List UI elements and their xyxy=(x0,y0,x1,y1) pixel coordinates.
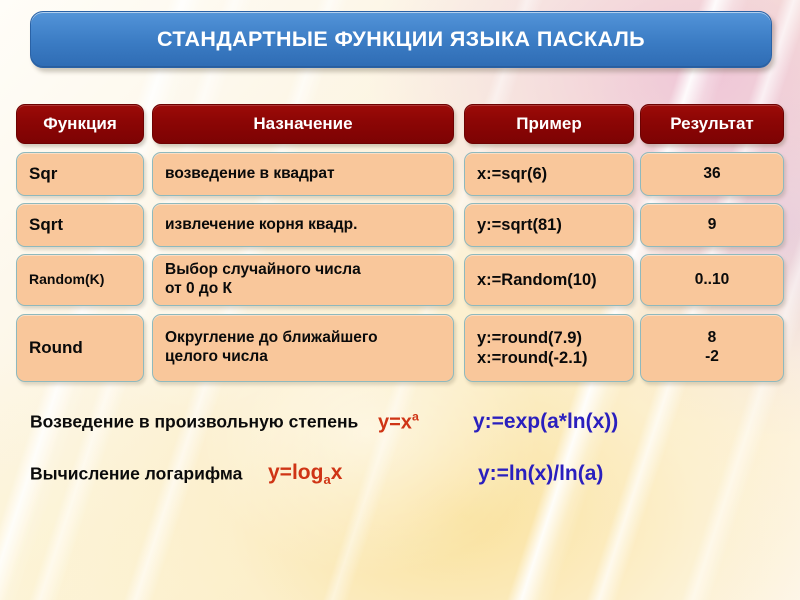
table-cell-result: 0..10 xyxy=(640,254,784,306)
table-header-description: Назначение xyxy=(152,104,454,144)
cell-result: 36 xyxy=(703,164,721,182)
table-cell-description: Выбор случайного числа от 0 до К xyxy=(152,254,454,306)
cell-description: Округление до ближайшего целого числа xyxy=(165,329,378,367)
cell-example-line1: y:=round(7.9) xyxy=(477,328,582,347)
table-cell-example: x:=Random(10) xyxy=(464,254,634,306)
table-cell-description: возведение в квадрат xyxy=(152,152,454,196)
table-cell-result: 36 xyxy=(640,152,784,196)
formula-row-logarithm: Вычисление логарифма y=logax y:=ln(x)/ln… xyxy=(0,457,800,491)
slide-canvas: СТАНДАРТНЫЕ ФУНКЦИИ ЯЗЫКА ПАСКАЛЬ Функци… xyxy=(0,0,800,600)
cell-example: x:=sqr(6) xyxy=(477,164,548,183)
table-cell-description: извлечение корня квадр. xyxy=(152,203,454,247)
formula-log-math-argument: x xyxy=(330,460,343,484)
cell-description-line2: целого числа xyxy=(165,348,268,365)
formula-power-math-base: y=x xyxy=(378,411,412,434)
cell-result-line2: -2 xyxy=(705,348,719,365)
table-header-function-label: Функция xyxy=(43,114,117,133)
table-cell-result: 8 -2 xyxy=(640,314,784,382)
cell-function: Round xyxy=(29,337,83,357)
formula-log-math: y=logax xyxy=(268,461,342,487)
table-header-example-label: Пример xyxy=(516,114,582,133)
table-cell-example: y:=round(7.9) x:=round(-2.1) xyxy=(464,314,634,382)
formula-power-label: Возведение в произвольную степень xyxy=(30,411,359,432)
table-cell-result: 9 xyxy=(640,203,784,247)
table-header-function: Функция xyxy=(16,104,144,144)
page-title: СТАНДАРТНЫЕ ФУНКЦИИ ЯЗЫКА ПАСКАЛЬ xyxy=(156,27,646,51)
cell-example-line2: x:=round(-2.1) xyxy=(477,349,588,367)
table-header-result: Результат xyxy=(640,104,784,144)
formula-log-math-base: a xyxy=(323,472,331,488)
cell-result: 9 xyxy=(707,215,717,233)
cell-description-line1: Округление до ближайшего xyxy=(165,329,378,347)
cell-description: извлечение корня квадр. xyxy=(165,215,358,233)
formula-power-math-exponent: a xyxy=(411,409,419,424)
cell-result: 8 -2 xyxy=(705,329,719,367)
formula-log-pascal: y:=ln(x)/ln(a) xyxy=(478,462,604,485)
cell-function: Sqr xyxy=(29,163,58,183)
table-row: Random(K) xyxy=(16,254,144,306)
table-row: Sqr xyxy=(16,152,144,196)
table-row: Round xyxy=(16,314,144,382)
cell-function: Sqrt xyxy=(29,214,63,234)
formula-log-label: Вычисление логарифма xyxy=(30,463,243,484)
table-cell-example: x:=sqr(6) xyxy=(464,152,634,196)
cell-example: x:=Random(10) xyxy=(477,270,597,289)
cell-function: Random(K) xyxy=(29,271,105,288)
cell-result: 0..10 xyxy=(694,270,730,288)
cell-example: y:=round(7.9) x:=round(-2.1) xyxy=(477,328,587,368)
formula-row-power: Возведение в произвольную степень y=xa y… xyxy=(0,405,800,439)
formula-log-math-prefix: y=log xyxy=(268,460,324,484)
cell-example: y:=sqrt(81) xyxy=(477,215,562,234)
table-cell-example: y:=sqrt(81) xyxy=(464,203,634,247)
formula-power-math: y=xa xyxy=(378,410,419,435)
cell-description: возведение в квадрат xyxy=(165,164,335,182)
cell-description: Выбор случайного числа от 0 до К xyxy=(165,261,361,299)
cell-description-line1: Выбор случайного числа xyxy=(165,261,361,279)
table-header-description-label: Назначение xyxy=(253,114,353,133)
table-cell-description: Округление до ближайшего целого числа xyxy=(152,314,454,382)
formula-power-pascal: y:=exp(a*ln(x)) xyxy=(473,410,619,433)
table-row: Sqrt xyxy=(16,203,144,247)
slide-title-banner: СТАНДАРТНЫЕ ФУНКЦИИ ЯЗЫКА ПАСКАЛЬ xyxy=(30,11,772,68)
table-header-example: Пример xyxy=(464,104,634,144)
table-header-result-label: Результат xyxy=(670,114,754,133)
cell-result-line1: 8 xyxy=(707,329,717,347)
cell-description-line2: от 0 до К xyxy=(165,280,232,297)
